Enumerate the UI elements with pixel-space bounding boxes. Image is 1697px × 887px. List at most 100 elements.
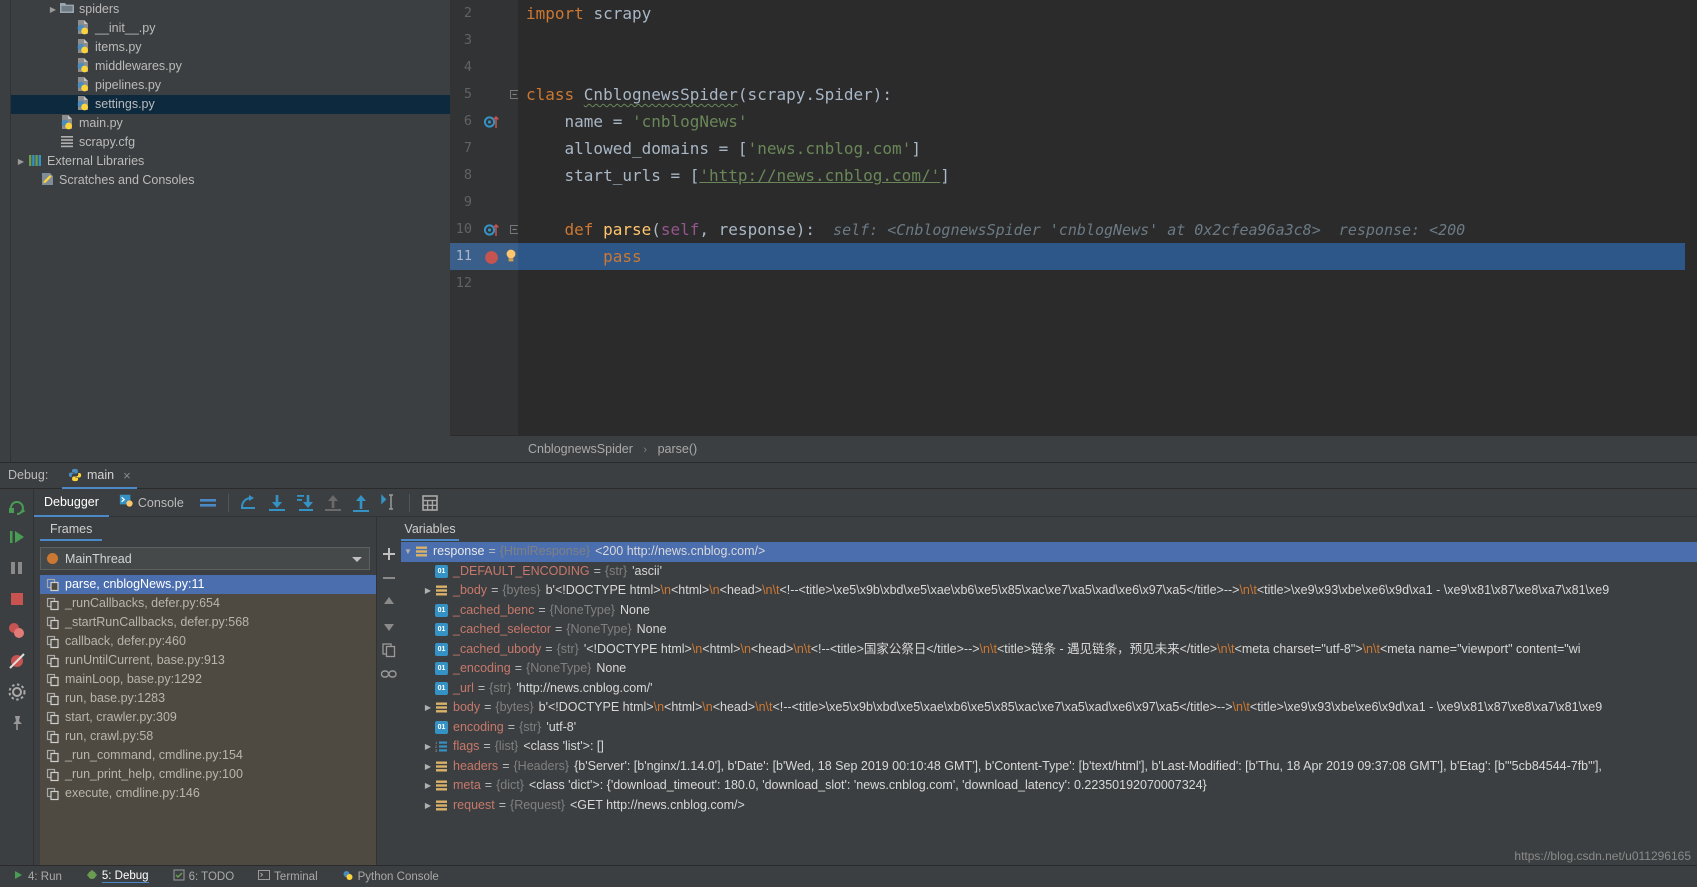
code-line-6[interactable]: name = 'cnblogNews' — [518, 108, 1697, 135]
expand-toggle-icon[interactable]: ▶ — [421, 776, 435, 796]
variables-header[interactable]: Variables — [401, 517, 459, 541]
settings-icon[interactable] — [4, 679, 30, 705]
frame-item[interactable]: runUntilCurrent, base.py:913 — [40, 651, 376, 670]
code-line-12[interactable] — [518, 270, 1697, 297]
frame-item[interactable]: parse, cnblogNews.py:11 — [40, 575, 376, 594]
status-item-4-run[interactable]: 4: Run — [0, 869, 74, 884]
pause-program-icon[interactable] — [4, 555, 30, 581]
step-up-icon[interactable] — [349, 491, 373, 515]
expand-toggle-icon[interactable]: ▶ — [421, 737, 435, 757]
breadcrumb-method[interactable]: parse() — [658, 442, 698, 456]
variable-row[interactable]: ▶ request = {Request} <GET http://news.cnblo… — [401, 796, 1697, 816]
thread-selector[interactable]: MainThread — [40, 547, 370, 570]
tree-item-middlewares-py[interactable]: middlewares.py — [11, 57, 450, 76]
tree-item-main-py[interactable]: main.py — [11, 114, 450, 133]
rerun-icon[interactable] — [4, 493, 30, 519]
variable-row[interactable]: ▼ response = {HtmlResponse} <200 http://news… — [401, 542, 1697, 562]
chain-icon[interactable] — [380, 665, 398, 683]
debug-side-toolbar[interactable] — [0, 489, 34, 887]
copy-icon[interactable] — [380, 641, 398, 659]
frame-item[interactable]: execute, cmdline.py:146 — [40, 784, 376, 803]
frame-item[interactable]: _run_command, cmdline.py:154 — [40, 746, 376, 765]
code-editor[interactable]: 2 3 4 5− 6 7 8 9 10− 11 12 import scrapy class Cnb… — [450, 0, 1697, 435]
gutter-line-9[interactable]: 9 — [450, 189, 518, 216]
frame-item[interactable]: callback, defer.py:460 — [40, 632, 376, 651]
step-over-icon[interactable] — [237, 491, 261, 515]
status-item-5-debug[interactable]: 5: Debug — [74, 869, 161, 884]
code-line-9[interactable] — [518, 189, 1697, 216]
step-out-of-icon[interactable] — [321, 491, 345, 515]
pin-icon[interactable] — [4, 710, 30, 736]
move-down-icon[interactable] — [380, 617, 398, 635]
variable-row[interactable]: 01 _cached_ubody = {str} '<!DOCTYPE html>\n<… — [401, 640, 1697, 660]
run-to-cursor-icon[interactable] — [377, 491, 401, 515]
tree-item-spiders[interactable]: ▶ spiders — [11, 0, 450, 19]
editor-scrollbar[interactable] — [1685, 0, 1697, 435]
expand-arrow-icon[interactable]: ▶ — [15, 152, 27, 171]
gutter-line-6[interactable]: 6 — [450, 108, 518, 135]
frame-item[interactable]: _startRunCallbacks, defer.py:568 — [40, 613, 376, 632]
chevron-down-icon[interactable] — [352, 557, 362, 562]
variable-row[interactable]: ▶ 1 2 3 flags = {list} <class 'list'>: [] — [401, 737, 1697, 757]
frame-item[interactable]: mainLoop, base.py:1292 — [40, 670, 376, 689]
gutter-line-5[interactable]: 5− — [450, 81, 519, 108]
tree-item-scrapy-cfg[interactable]: scrapy.cfg — [11, 133, 450, 152]
frame-item[interactable]: _run_print_help, cmdline.py:100 — [40, 765, 376, 784]
code-content[interactable]: import scrapy class CnblognewsSpider(scr… — [518, 0, 1697, 435]
tree-item--init-py[interactable]: __init__.py — [11, 19, 450, 38]
variable-row[interactable]: 01 _cached_benc = {NoneType} None — [401, 601, 1697, 621]
status-item-terminal[interactable]: Terminal — [246, 869, 329, 884]
expand-toggle-icon[interactable]: ▶ — [421, 581, 435, 601]
move-up-icon[interactable] — [380, 593, 398, 611]
force-step-into-icon[interactable] — [293, 491, 317, 515]
project-tree[interactable]: ▶ spiders __init__.py items.py middlewares.p… — [11, 0, 450, 462]
gutter-line-4[interactable]: 4 — [450, 54, 518, 81]
variable-row[interactable]: ▶ _body = {bytes} b'<!DOCTYPE html>\n<html>\… — [401, 581, 1697, 601]
code-line-8[interactable]: start_urls = ['http://news.cnblog.com/'] — [518, 162, 1697, 189]
gutter-line-11[interactable]: 11 — [450, 243, 518, 270]
code-line-5[interactable]: class CnblognewsSpider(scrapy.Spider): — [518, 81, 1697, 108]
expand-toggle-icon[interactable]: ▼ — [401, 542, 415, 562]
view-breakpoints-icon[interactable] — [4, 617, 30, 643]
code-line-2[interactable]: import scrapy — [518, 0, 1697, 27]
tree-item-scratches-and-consoles[interactable]: Scratches and Consoles — [11, 171, 450, 190]
evaluate-expression-icon[interactable] — [418, 491, 442, 515]
frames-list[interactable]: parse, cnblogNews.py:11 _runCallbacks, de… — [40, 575, 376, 887]
expand-toggle-icon[interactable]: ▶ — [421, 757, 435, 777]
gutter-line-8[interactable]: 8 — [450, 162, 518, 189]
tree-item-external-libraries[interactable]: ▶ External Libraries — [11, 152, 450, 171]
variables-side-toolbar[interactable] — [377, 517, 401, 887]
show-hide-icon[interactable] — [196, 491, 220, 515]
breadcrumb-class[interactable]: CnblognewsSpider — [528, 442, 633, 456]
code-line-4[interactable] — [518, 54, 1697, 81]
close-icon[interactable]: × — [123, 468, 131, 483]
expand-toggle-icon[interactable]: ▶ — [421, 698, 435, 718]
frame-item[interactable]: _runCallbacks, defer.py:654 — [40, 594, 376, 613]
step-into-icon[interactable] — [265, 491, 289, 515]
variable-row[interactable]: 01 _url = {str} 'http://news.cnblog.com/' — [401, 679, 1697, 699]
gutter-line-10[interactable]: 10− — [450, 216, 519, 243]
frame-item[interactable]: run, base.py:1283 — [40, 689, 376, 708]
tree-item-items-py[interactable]: items.py — [11, 38, 450, 57]
variable-row[interactable]: ▶ body = {bytes} b'<!DOCTYPE html>\n<html>\n… — [401, 698, 1697, 718]
gutter-line-2[interactable]: 2 — [450, 0, 518, 27]
variable-row[interactable]: ▶ headers = {Headers} {b'Server': [b'nginx/1… — [401, 757, 1697, 777]
tab-debugger[interactable]: Debugger — [34, 489, 109, 517]
remove-watch-icon[interactable] — [380, 569, 398, 587]
frames-header[interactable]: Frames — [40, 517, 102, 541]
code-line-10[interactable]: def parse(self, response): self: <Cnblog… — [518, 216, 1697, 243]
tree-item-pipelines-py[interactable]: pipelines.py — [11, 76, 450, 95]
variable-row[interactable]: 01 encoding = {str} 'utf-8' — [401, 718, 1697, 738]
variable-row[interactable]: 01 _DEFAULT_ENCODING = {str} 'ascii' — [401, 562, 1697, 582]
variables-list[interactable]: ▼ response = {HtmlResponse} <200 http://news… — [401, 542, 1697, 887]
status-item-python-console[interactable]: Python Console — [330, 869, 451, 884]
editor-gutter[interactable]: 2 3 4 5− 6 7 8 9 10− 11 12 — [450, 0, 519, 435]
gutter-line-7[interactable]: 7 — [450, 135, 518, 162]
tab-console[interactable]: Console — [109, 489, 194, 517]
breadcrumb[interactable]: CnblognewsSpider › parse() — [450, 435, 1697, 462]
mute-breakpoints-icon[interactable] — [4, 648, 30, 674]
gutter-line-12[interactable]: 12 — [450, 270, 518, 297]
stop-icon[interactable] — [4, 586, 30, 612]
debug-session-tab[interactable]: main × — [62, 463, 137, 489]
variable-row[interactable]: ▶ meta = {dict} <class 'dict'>: {'download_t… — [401, 776, 1697, 796]
